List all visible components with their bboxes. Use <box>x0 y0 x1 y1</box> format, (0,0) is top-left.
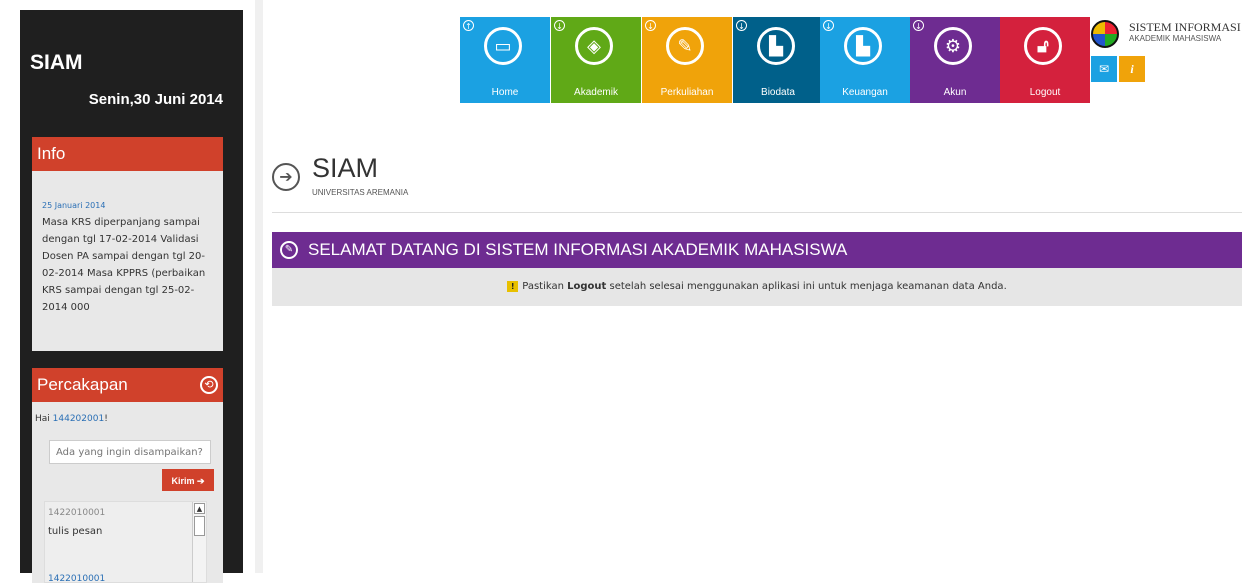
chat-panel-body: Hai 144202001! Kirim ➔ 1422010001 tulis … <box>32 402 223 583</box>
notice-after: setelah selesai menggunakan aplikasi ini… <box>606 281 1007 292</box>
tile-akademik[interactable]: ↓ ◈ Akademik <box>551 17 641 103</box>
box-icon: ◈ <box>575 27 613 65</box>
scroll-thumb[interactable] <box>194 516 205 536</box>
tile-keuangan[interactable]: ↓ ▙ Keuangan <box>820 17 910 103</box>
chat-scrollbar[interactable]: ▲ <box>192 502 206 582</box>
refresh-icon[interactable]: ⟲ <box>200 376 218 394</box>
tile-akun[interactable]: ↓ ⚙ Akun <box>910 17 1000 103</box>
chat-message-input[interactable] <box>49 440 211 464</box>
info-icon[interactable]: i <box>1119 56 1145 82</box>
info-panel-header: Info <box>32 137 223 171</box>
tile-label: Akademik <box>574 87 618 98</box>
gear-icon: ⚙ <box>934 27 972 65</box>
chart-icon: ▙ <box>757 27 795 65</box>
send-button[interactable]: Kirim ➔ <box>162 469 214 491</box>
chat-greeting: Hai 144202001! <box>35 414 108 424</box>
arrow-down-icon: ↓ <box>736 20 747 31</box>
app-logo <box>1091 20 1119 48</box>
info-text: Masa KRS diperpanjang sampai dengan tgl … <box>42 217 206 313</box>
greeting-user-id[interactable]: 144202001 <box>53 414 105 424</box>
tile-label: Perkuliahan <box>660 87 714 98</box>
tile-label: Home <box>491 87 519 98</box>
arrow-right-circle-icon: ➔ <box>272 163 300 191</box>
scroll-up-icon[interactable]: ▲ <box>194 503 205 514</box>
greeting-prefix: Hai <box>35 414 53 424</box>
arrow-down-icon: ↓ <box>645 20 656 31</box>
send-label: Kirim <box>171 476 195 486</box>
pencil-icon: ✎ <box>280 241 298 259</box>
welcome-header: ✎ SELAMAT DATANG DI SISTEM INFORMASI AKA… <box>272 232 1242 268</box>
notice-bold: Logout <box>567 281 607 292</box>
info-panel-body: 25 Januari 2014 Masa KRS diperpanjang sa… <box>32 171 223 351</box>
monitor-icon: ▭ <box>484 27 522 65</box>
arrow-right-icon: ➔ <box>196 476 205 486</box>
system-title: SISTEM INFORMASI <box>1129 20 1241 34</box>
tile-label: Logout <box>1029 87 1061 98</box>
sidebar-brand: SIAM <box>30 51 83 74</box>
unlock-icon: 🔓︎ <box>1024 27 1062 65</box>
warning-icon: ! <box>507 280 519 292</box>
pencil-icon: ✎ <box>666 27 704 65</box>
greeting-suffix: ! <box>104 414 108 424</box>
notice-bar: ! Pastikan Logout setelah selesai menggun… <box>272 268 1242 306</box>
sidebar: SIAM Senin,30 Juni 2014 Info 25 Januari … <box>20 10 243 583</box>
message-user: 1422010001 <box>48 508 106 518</box>
chart-icon: ▙ <box>844 27 882 65</box>
arrow-up-icon: ↑ <box>463 20 474 31</box>
chat-messages[interactable]: 1422010001 tulis pesan 1422010001 ▲ <box>44 501 207 583</box>
info-title: Info <box>37 144 66 163</box>
tile-logout[interactable]: 🔓︎ Logout <box>1000 17 1090 103</box>
page-title: SIAM <box>312 153 379 183</box>
mail-icon[interactable]: ✉ <box>1091 56 1117 82</box>
message-text: tulis pesan <box>48 526 103 537</box>
tile-perkuliahan[interactable]: ↓ ✎ Perkuliahan <box>642 17 732 103</box>
tile-label: Biodata <box>761 87 795 98</box>
chat-title: Percakapan <box>37 375 128 394</box>
arrow-down-icon: ↓ <box>554 20 565 31</box>
info-date[interactable]: 25 Januari 2014 <box>42 201 215 210</box>
page-subtitle: UNIVERSITAS AREMANIA <box>312 188 409 197</box>
current-date: Senin,30 Juni 2014 <box>88 91 223 108</box>
message-user: 1422010001 <box>48 574 106 583</box>
welcome-text: SELAMAT DATANG DI SISTEM INFORMASI AKADE… <box>308 240 848 259</box>
divider <box>272 212 1242 213</box>
arrow-down-icon: ↓ <box>913 20 924 31</box>
tile-biodata[interactable]: ↓ ▙ Biodata <box>733 17 823 103</box>
tile-label: Akun <box>943 87 967 98</box>
notice-before: Pastikan <box>522 281 568 292</box>
chat-panel-header: Percakapan ⟲ <box>32 368 223 402</box>
system-subtitle: AKADEMIK MAHASISWA <box>1129 34 1222 43</box>
tile-home[interactable]: ↑ ▭ Home <box>460 17 550 103</box>
arrow-down-icon: ↓ <box>823 20 834 31</box>
tile-label: Keuangan <box>842 87 888 98</box>
sidebar-divider <box>255 0 263 573</box>
